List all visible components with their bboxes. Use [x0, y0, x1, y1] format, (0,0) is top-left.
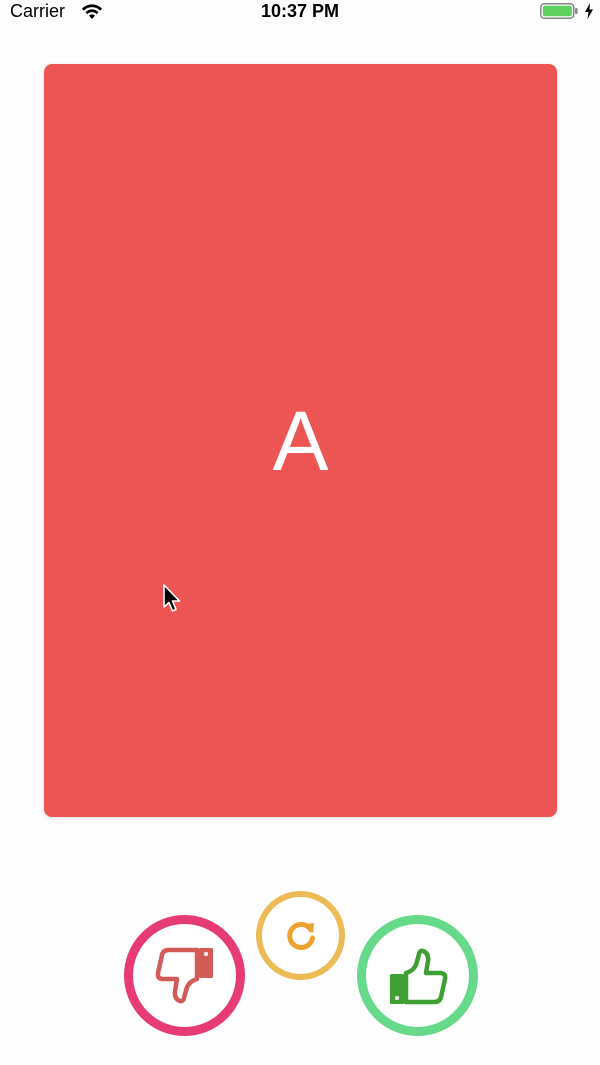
charging-bolt-icon — [585, 3, 593, 19]
undo-button[interactable] — [256, 891, 345, 980]
undo-icon — [286, 921, 315, 950]
screen: Carrier 10:37 PM A — [0, 0, 600, 1065]
card-letter: A — [272, 394, 329, 488]
like-button[interactable] — [357, 915, 478, 1036]
mouse-pointer-icon — [163, 584, 181, 612]
thumbs-down-icon — [155, 947, 213, 1003]
swipe-card[interactable]: A — [44, 64, 557, 817]
dislike-button[interactable] — [124, 915, 245, 1036]
status-time: 10:37 PM — [260, 1, 340, 21]
thumbs-up-icon — [389, 948, 447, 1004]
battery-icon — [540, 3, 578, 19]
status-bar: Carrier 10:37 PM — [0, 0, 600, 24]
